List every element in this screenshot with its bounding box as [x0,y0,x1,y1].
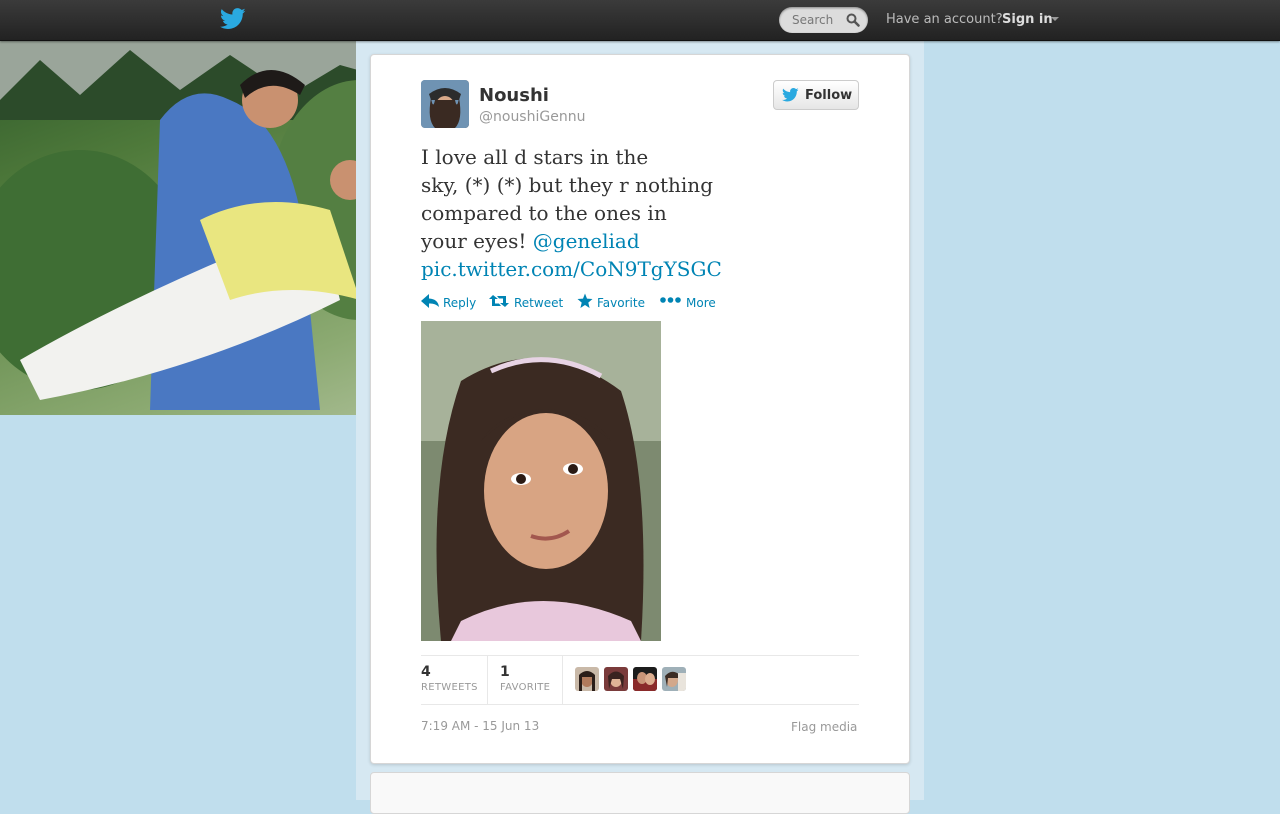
tweet-timestamp[interactable]: 7:19 AM - 15 Jun 13 [421,719,539,733]
favorite-label: Favorite [597,296,645,310]
tweet-line: your eyes! @geneliad [421,227,731,255]
tweet-line: compared to the ones in [421,201,667,225]
more-label: More [686,296,716,310]
favorites-stat[interactable]: 1 FAVORITE [500,656,562,704]
favoriter-avatar[interactable] [633,667,657,691]
retweet-button[interactable]: Retweet [489,293,565,313]
search-input[interactable]: Search [779,7,868,33]
stat-divider [487,656,488,704]
more-icon [660,297,681,303]
reply-button[interactable]: Reply [421,293,479,313]
favorite-button[interactable]: Favorite [577,293,649,313]
retweets-count: 4 [421,664,431,680]
star-icon [577,293,593,308]
tweet-line-text: your eyes! [421,229,533,253]
chevron-down-icon[interactable] [1051,17,1059,21]
retweet-icon [489,295,509,307]
tweet-stats: 4 RETWEETS 1 FAVORITE [421,655,859,705]
replies-card [370,772,910,814]
twitter-bird-icon [782,88,799,102]
tweet-media-image[interactable] [421,321,661,641]
flag-media-link[interactable]: Flag media [791,720,857,734]
favoriter-avatar[interactable] [575,667,599,691]
sign-in-link[interactable]: Sign in [1002,12,1053,27]
user-fullname[interactable]: Noushi [479,85,549,106]
favorites-count: 1 [500,664,510,680]
tweet-text: I love all d stars in the sky, (*) (*) b… [421,143,731,283]
favorites-label: FAVORITE [500,682,551,693]
retweets-label: RETWEETS [421,682,478,693]
avatar[interactable] [421,80,469,128]
user-handle[interactable]: @noushiGennu [479,109,585,125]
stat-divider [562,656,563,704]
search-placeholder: Search [792,13,834,27]
twitter-bird-icon[interactable] [220,8,246,30]
pic-link[interactable]: pic.twitter.com/CoN9TgYSGC [421,255,731,283]
more-button[interactable]: More [660,293,720,313]
reply-icon [421,294,439,308]
mention-link[interactable]: @geneliad [533,229,640,253]
tweet-card: Noushi @noushiGennu Follow I love all d … [370,54,910,764]
search-icon[interactable] [846,13,860,27]
follow-label: Follow [805,88,853,103]
top-bar: Search Have an account? Sign in [0,0,1280,41]
reply-label: Reply [443,296,477,310]
follow-button[interactable]: Follow [773,80,859,110]
have-account-text: Have an account? [886,12,1003,27]
tweet-line: sky, (*) (*) but they r nothing [421,173,713,197]
retweets-stat[interactable]: 4 RETWEETS [421,656,487,704]
retweet-label: Retweet [514,296,564,310]
favoriter-avatar[interactable] [604,667,628,691]
favoriter-avatar[interactable] [662,667,686,691]
tweet-line: I love all d stars in the [421,145,649,169]
